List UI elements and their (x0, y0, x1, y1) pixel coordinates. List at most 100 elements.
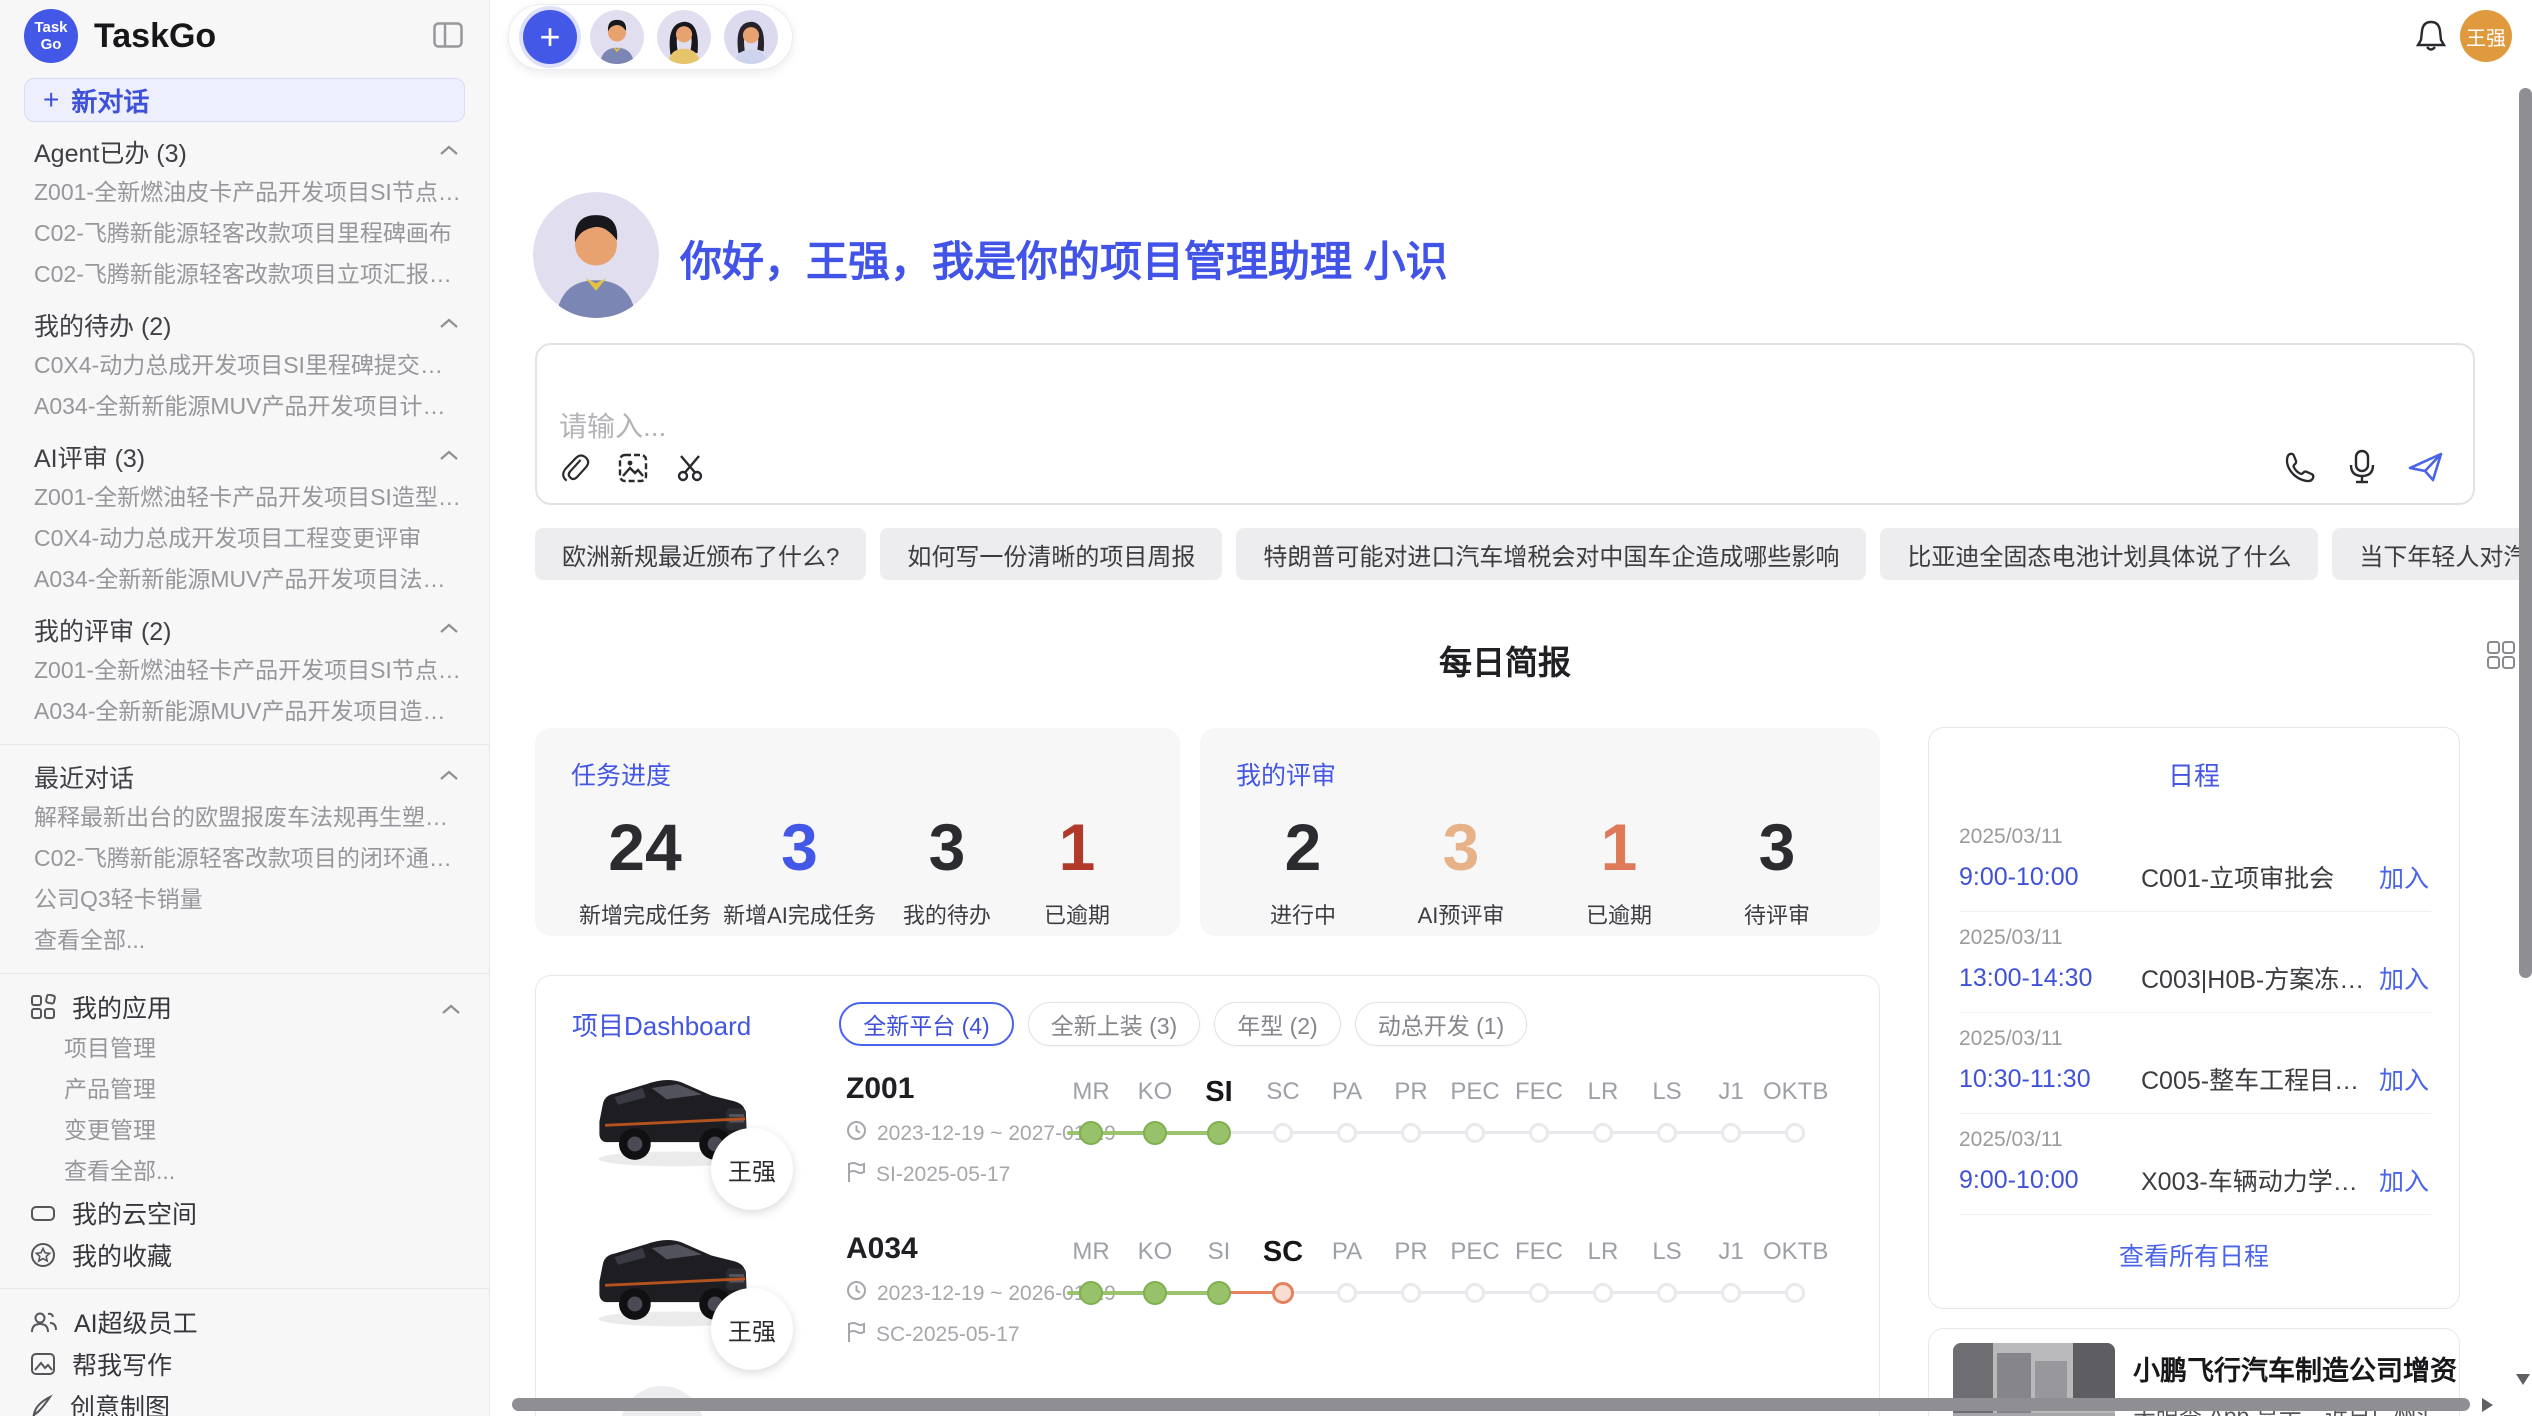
milestone-dot[interactable] (1079, 1281, 1103, 1305)
layout-grid-icon[interactable] (2486, 640, 2516, 675)
filter-pill[interactable]: 年型 (2) (1214, 1002, 1341, 1046)
agent-avatar-3[interactable] (724, 10, 778, 64)
agent-avatar-1[interactable] (590, 10, 644, 64)
milestone-dot[interactable] (1785, 1123, 1805, 1143)
section-title: Agent已办 (3) (34, 134, 187, 170)
milestone-dot[interactable] (1529, 1123, 1549, 1143)
conversation-item[interactable]: A034-全新新能源MUV产品开发项目计划变更表编写 (0, 386, 489, 427)
conversation-item[interactable]: C02-飞腾新能源轻客改款项目里程碑画布 (0, 213, 489, 254)
new-chat-button[interactable]: + 新对话 (24, 78, 465, 122)
milestone-dot[interactable] (1079, 1121, 1103, 1145)
suggestion-chip[interactable]: 特朗普可能对进口汽车增税会对中国车企造成哪些影响 (1236, 528, 1866, 580)
pen-icon (30, 1394, 54, 1416)
milestone-dot[interactable] (1207, 1281, 1231, 1305)
milestone-dot[interactable] (1785, 1283, 1805, 1303)
stat-value: 3 (723, 812, 876, 882)
milestone-dot[interactable] (1529, 1283, 1549, 1303)
conversation-item[interactable]: A034-全新新能源MUV产品开发项目造型可行性评审 (0, 691, 489, 732)
milestone-label: PR (1379, 1234, 1443, 1270)
chevron-up-icon[interactable] (439, 621, 459, 639)
milestone-dot[interactable] (1657, 1283, 1677, 1303)
user-avatar[interactable]: 王强 (2460, 10, 2512, 62)
conversation-item[interactable]: 公司Q3轻卡销量 (0, 879, 489, 920)
sidebar-item-help-write[interactable]: 帮我写作 (0, 1343, 489, 1385)
sidebar-section-header-3[interactable]: 我的评审 (2) (0, 610, 489, 650)
scroll-right-arrow[interactable] (2482, 1398, 2493, 1412)
sidebar-collapse-icon[interactable] (433, 22, 463, 53)
join-meeting-link[interactable]: 加入 (2379, 859, 2429, 895)
chevron-up-icon[interactable] (439, 768, 459, 786)
chevron-up-icon[interactable] (439, 448, 459, 466)
sidebar-item-favorites[interactable]: 我的收藏 (0, 1234, 489, 1276)
conversation-item[interactable]: 解释最新出台的欧盟报废车法规再生塑料比例被调至15%... (0, 797, 489, 838)
conversation-item[interactable]: C02-飞腾新能源轻客改款项目的闭环通告反馈情况 (0, 838, 489, 879)
app-item[interactable]: 查看全部... (0, 1151, 489, 1192)
milestone-dot[interactable] (1337, 1123, 1357, 1143)
milestone-dot[interactable] (1272, 1282, 1294, 1304)
screenshot-image-icon[interactable] (617, 452, 649, 484)
voice-call-icon[interactable] (2283, 450, 2317, 484)
filter-pill[interactable]: 动总开发 (1) (1355, 1002, 1528, 1046)
conversation-item[interactable]: C0X4-动力总成开发项目SI里程碑提交物检查 (0, 345, 489, 386)
join-meeting-link[interactable]: 加入 (2379, 1162, 2429, 1198)
send-icon[interactable] (2407, 450, 2445, 484)
attachment-icon[interactable] (559, 451, 591, 485)
milestone-dot[interactable] (1401, 1283, 1421, 1303)
notification-bell-icon[interactable] (2414, 18, 2448, 59)
suggestion-chip[interactable]: 欧洲新规最近颁布了什么? (535, 528, 866, 580)
suggestion-chip[interactable]: 如何写一份清晰的项目周报 (880, 528, 1222, 580)
app-item[interactable]: 变更管理 (0, 1110, 489, 1151)
sidebar-item-creative-draw[interactable]: 创意制图 (0, 1385, 489, 1416)
filter-pill[interactable]: 全新上装 (3) (1028, 1002, 1201, 1046)
milestone-dot[interactable] (1593, 1123, 1613, 1143)
cloud-icon (30, 1200, 56, 1226)
sidebar-item-my-apps[interactable]: 我的应用 (0, 986, 489, 1028)
conversation-item[interactable]: Z001-全新燃油轻卡产品开发项目SI造型提交物评审 (0, 477, 489, 518)
chevron-up-icon[interactable] (439, 143, 459, 161)
view-all-conversations-link[interactable]: 查看全部... (0, 920, 489, 961)
sidebar-section-header-0[interactable]: Agent已办 (3) (0, 132, 489, 172)
milestone-dot[interactable] (1593, 1283, 1613, 1303)
chevron-up-icon[interactable] (439, 316, 459, 334)
sidebar-section-header-recent[interactable]: 最近对话 (0, 757, 489, 797)
agent-avatar-2[interactable] (657, 10, 711, 64)
sidebar-item-cloud-space[interactable]: 我的云空间 (0, 1192, 489, 1234)
join-meeting-link[interactable]: 加入 (2379, 960, 2429, 996)
milestone-dot[interactable] (1657, 1123, 1677, 1143)
chat-composer[interactable]: 请输入... (535, 343, 2475, 505)
conversation-item[interactable]: Z001-全新燃油皮卡产品开发项目SI节点Lesson Learn报告 (0, 172, 489, 213)
schedule-time: 9:00-10:00 (1959, 863, 2141, 892)
vertical-scrollbar-thumb[interactable] (2519, 88, 2532, 978)
join-meeting-link[interactable]: 加入 (2379, 1061, 2429, 1097)
milestone-dot[interactable] (1143, 1281, 1167, 1305)
milestone-dot[interactable] (1273, 1123, 1293, 1143)
milestone-dot[interactable] (1207, 1121, 1231, 1145)
horizontal-scrollbar-thumb[interactable] (512, 1398, 2470, 1411)
sidebar-item-ai-super-staff[interactable]: AI超级员工 (0, 1301, 489, 1343)
suggestion-chip[interactable]: 比亚迪全固态电池计划具体说了什么 (1880, 528, 2318, 580)
milestone-dot[interactable] (1721, 1123, 1741, 1143)
suggestion-chip[interactable]: 当下年轻人对汽车外观有怎样的喜好趋势 (2332, 528, 2532, 580)
app-item[interactable]: 项目管理 (0, 1028, 489, 1069)
add-agent-button[interactable]: + (523, 10, 577, 64)
app-item[interactable]: 产品管理 (0, 1069, 489, 1110)
milestone-dot[interactable] (1465, 1283, 1485, 1303)
stat-column: 3AI预评审 (1402, 812, 1520, 930)
milestone-dot[interactable] (1465, 1123, 1485, 1143)
filter-pill[interactable]: 全新平台 (4) (839, 1002, 1014, 1046)
conversation-item[interactable]: Z001-全新燃油轻卡产品开发项目SI节点属性5D文件评审 (0, 650, 489, 691)
view-all-schedule-link[interactable]: 查看所有日程 (1929, 1237, 2459, 1273)
milestone-dot[interactable] (1721, 1283, 1741, 1303)
sidebar-section-header-2[interactable]: AI评审 (3) (0, 437, 489, 477)
milestone-dot[interactable] (1337, 1283, 1357, 1303)
scroll-down-arrow[interactable] (2516, 1374, 2530, 1385)
scissors-icon[interactable] (675, 452, 707, 484)
milestone-dot[interactable] (1401, 1123, 1421, 1143)
microphone-icon[interactable] (2347, 449, 2377, 485)
conversation-item[interactable]: C0X4-动力总成开发项目工程变更评审 (0, 518, 489, 559)
conversation-item[interactable]: A034-全新新能源MUV产品开发项目法规符合性评审 (0, 559, 489, 600)
milestone-dot[interactable] (1143, 1121, 1167, 1145)
sidebar-section-header-1[interactable]: 我的待办 (2) (0, 305, 489, 345)
conversation-item[interactable]: C02-飞腾新能源轻客改款项目立项汇报方案 (0, 254, 489, 295)
chevron-up-icon[interactable] (441, 993, 461, 1022)
